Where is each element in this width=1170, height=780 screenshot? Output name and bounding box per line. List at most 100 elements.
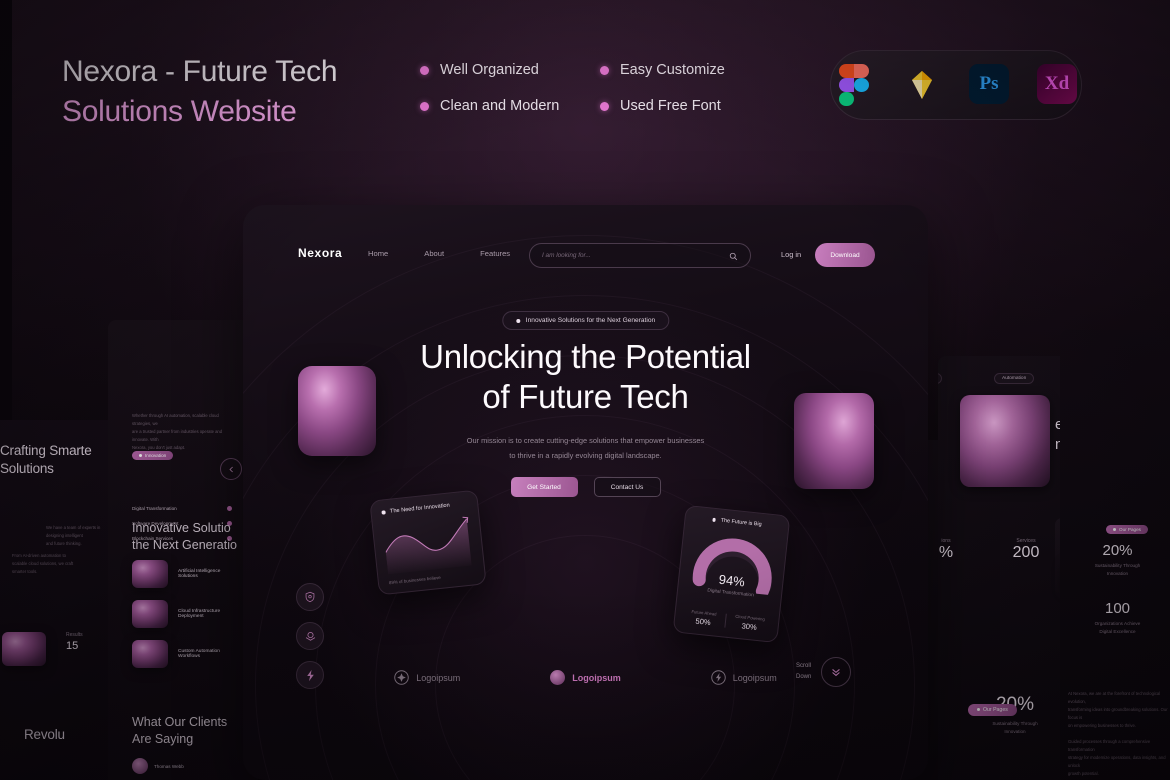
logo-item: Logoipsum bbox=[394, 670, 460, 685]
scroll-label-1: Scroll bbox=[796, 662, 812, 669]
logoipsum-bolt-icon bbox=[711, 670, 726, 685]
far-right-stat1-label: Sustainability Through Innovation bbox=[1094, 563, 1141, 577]
poster-title: Nexora - Future Tech Solutions Website bbox=[62, 52, 338, 131]
far-right-pill[interactable]: Our Pages bbox=[1106, 525, 1148, 534]
sketch-icon bbox=[901, 64, 943, 106]
photoshop-icon: Ps bbox=[969, 64, 1011, 106]
scroll-down-indicator[interactable]: Scroll Down bbox=[796, 657, 852, 687]
far-left-thumbnail bbox=[2, 632, 46, 666]
far-right-stat2-label: Organizations Achieve Digital Excellence bbox=[1094, 621, 1141, 635]
right-pill-automation[interactable]: Automation bbox=[994, 373, 1035, 384]
gauge-card-dot-icon bbox=[712, 517, 716, 522]
innovation-chart-card: The Need for Innovation 89% of businesse… bbox=[369, 489, 487, 596]
hero-badge: Innovative Solutions for the Next Genera… bbox=[501, 311, 670, 330]
feature-list: Well Organized Easy Customize Clean and … bbox=[420, 62, 770, 134]
right-stat-left-value: % bbox=[938, 544, 954, 561]
feature-label: Clean and Modern bbox=[440, 98, 560, 114]
feature-item: Easy Customize bbox=[600, 62, 770, 78]
bottom-right-pill-wrap: Our Pages bbox=[968, 698, 1017, 716]
shield-icon[interactable] bbox=[296, 583, 324, 611]
our-pages-pill[interactable]: Our Pages bbox=[968, 703, 1017, 716]
hero-image-right bbox=[794, 393, 874, 489]
divider bbox=[724, 613, 727, 628]
logo-label: Logoipsum bbox=[572, 672, 621, 683]
feature-item: Used Free Font bbox=[600, 98, 770, 114]
bullet-dot-icon bbox=[600, 101, 609, 111]
mockup-navbar: Nexora Home About Features I am looking … bbox=[243, 239, 928, 273]
badge-dot-icon bbox=[515, 318, 520, 323]
left-feature-label: Digital Transformation bbox=[132, 506, 177, 511]
chevron-left-icon bbox=[228, 466, 233, 472]
chart-card-caption: 89% of businesses believe bbox=[388, 574, 441, 586]
nav-links: Home About Features bbox=[368, 249, 510, 258]
nav-link-home[interactable]: Home bbox=[368, 249, 388, 258]
left-testimonial-heading-2: Are Saying bbox=[132, 731, 194, 746]
bullet-dot-icon bbox=[420, 101, 429, 111]
poster-header: Nexora - Future Tech Solutions Website W… bbox=[0, 0, 1170, 175]
left-panel-pill[interactable]: Innovation bbox=[132, 451, 174, 460]
far-right-body-2: Guided processes through a comprehensive… bbox=[1068, 739, 1166, 776]
chart-card-graph bbox=[385, 516, 472, 575]
far-right-stat2-value: 100 bbox=[1104, 600, 1131, 617]
adobexd-icon: Xd bbox=[1037, 64, 1079, 106]
feature-item: Well Organized bbox=[420, 62, 600, 78]
left-mockup-panel: Revolutio of I Whether through AI automa… bbox=[108, 320, 258, 780]
chart-card-title: The Need for Innovation bbox=[389, 502, 451, 515]
title-line-2: Solutions Website bbox=[62, 94, 297, 128]
layers-icon[interactable] bbox=[296, 622, 324, 650]
avatar bbox=[132, 758, 148, 774]
left-section-heading-2: the Next Generatio bbox=[132, 537, 237, 552]
far-left-stat-value: 15 bbox=[66, 640, 79, 652]
brand-logo[interactable]: Nexora bbox=[298, 246, 342, 260]
poster-stage: Nexora - Future Tech Solutions Website W… bbox=[0, 0, 1170, 780]
far-left-bottom-heading: Revolu bbox=[24, 727, 65, 742]
logoipsum-sphere-icon bbox=[550, 670, 566, 685]
scroll-label-2: Down bbox=[796, 674, 812, 680]
photoshop-label: Ps bbox=[969, 64, 1009, 104]
hero-mockup: Nexora Home About Features I am looking … bbox=[243, 205, 928, 780]
bottom-stat-label: Sustainability Through Innovation bbox=[992, 721, 1038, 735]
figma-icon bbox=[833, 64, 875, 106]
far-right-body-1: At Nexora, we are at the forefront of te… bbox=[1068, 691, 1168, 728]
right-pill-left[interactable]: ation bbox=[938, 373, 943, 384]
bullet-dot-icon bbox=[420, 65, 429, 75]
service-label-2: Deployment bbox=[178, 614, 204, 619]
app-compatibility-badge: Ps Xd bbox=[830, 50, 1082, 120]
search-input[interactable]: I am looking for... bbox=[529, 243, 751, 268]
client-name: Thomas Webb bbox=[154, 763, 184, 769]
title-line-1: Nexora - Future Tech bbox=[62, 55, 338, 88]
future-gauge-card: The Future is Big 94% Digital Transforma… bbox=[672, 504, 791, 644]
service-thumbnail bbox=[132, 600, 168, 628]
scroll-down-button[interactable] bbox=[821, 657, 852, 687]
gauge-stat-value: 30% bbox=[741, 621, 758, 632]
far-left-stat-label: Results bbox=[66, 632, 83, 638]
get-started-button[interactable]: Get Started bbox=[510, 477, 578, 497]
badge-label: Innovative Solutions for the Next Genera… bbox=[525, 317, 656, 324]
right-panel-image bbox=[960, 395, 1050, 487]
far-right-stat1-value: 20% bbox=[1102, 542, 1133, 559]
right-stat-right-value: 200 bbox=[1012, 544, 1040, 561]
contact-us-button[interactable]: Contact Us bbox=[593, 477, 661, 497]
search-placeholder: I am looking for... bbox=[542, 252, 591, 259]
left-services-list: Artificial Intelligence Solutions Cloud … bbox=[132, 560, 220, 668]
gauge-sub-stats: Future Ahead 50% Cloud Powering 30% bbox=[675, 607, 781, 634]
download-button[interactable]: Download bbox=[815, 243, 875, 267]
left-feature-dot-icon bbox=[227, 506, 232, 511]
logo-item: Logoipsum bbox=[550, 670, 621, 685]
login-link[interactable]: Log in bbox=[781, 250, 801, 259]
search-icon bbox=[729, 252, 738, 261]
chevron-double-down-icon bbox=[832, 669, 841, 677]
gauge-stat-value: 50% bbox=[695, 616, 712, 628]
adobexd-label: Xd bbox=[1037, 64, 1077, 104]
chart-card-dot-icon bbox=[381, 510, 386, 515]
hero-image-left bbox=[298, 366, 376, 456]
left-carousel-prev-button[interactable] bbox=[220, 458, 242, 480]
logo-item: Logoipsum bbox=[711, 670, 777, 685]
nav-link-features[interactable]: Features bbox=[480, 249, 510, 258]
nav-link-about[interactable]: About bbox=[424, 249, 444, 258]
feature-label: Used Free Font bbox=[620, 98, 721, 114]
far-left-body-2: From AI-driven automation to scalable clo… bbox=[12, 553, 74, 574]
logo-label: Logoipsum bbox=[732, 672, 777, 683]
far-right-mockup-panel: Our Pages 20% Sustainability Through Inno… bbox=[1060, 330, 1170, 780]
service-label-2: Workflows bbox=[178, 654, 201, 659]
